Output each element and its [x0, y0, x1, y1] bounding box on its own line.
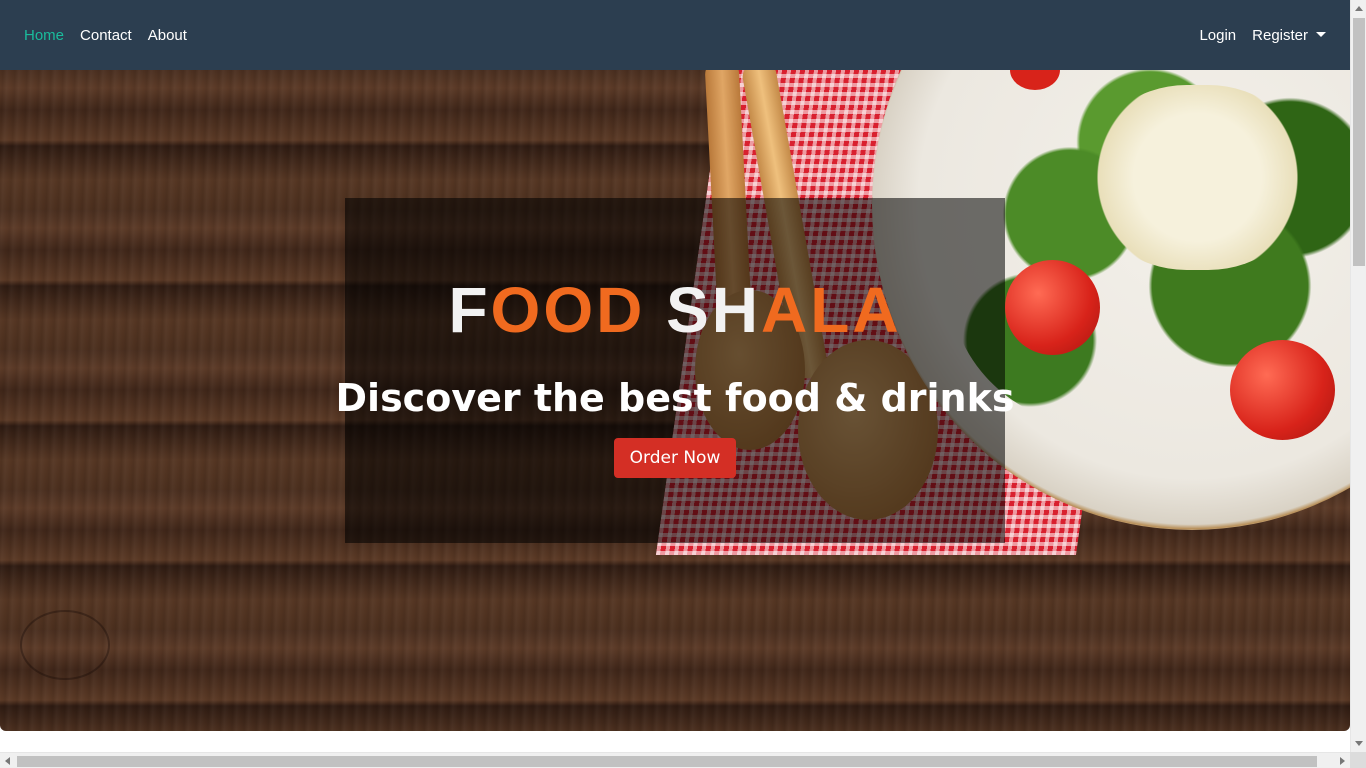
order-now-button[interactable]: Order Now [613, 438, 737, 478]
scrollbar-corner [1350, 752, 1366, 768]
hero-overlay-card: FOOD SHALA Discover the best food & drin… [336, 198, 1015, 543]
top-navbar: Home Contact About Login Register [0, 0, 1350, 70]
hero-banner: FOOD SHALA Discover the best food & drin… [0, 70, 1350, 731]
tomato-image [1230, 340, 1335, 440]
horizontal-scrollbar[interactable] [0, 752, 1350, 768]
caret-down-icon [1316, 32, 1326, 38]
tomato-image [1005, 260, 1100, 355]
scroll-left-arrow-icon[interactable] [5, 757, 10, 765]
nav-left-group: Home Contact About [24, 27, 187, 44]
page: Home Contact About Login Register FOOD S… [0, 0, 1366, 768]
nav-link-contact[interactable]: Contact [80, 27, 132, 44]
scroll-down-arrow-icon[interactable] [1355, 741, 1363, 746]
nav-link-login[interactable]: Login [1199, 27, 1236, 44]
logo-segment: ALA [761, 274, 902, 346]
hero-tagline: Discover the best food & drinks [335, 376, 1015, 420]
vertical-scrollbar[interactable] [1350, 0, 1366, 752]
nav-link-home[interactable]: Home [24, 27, 64, 44]
nav-right-group: Login Register [1199, 27, 1326, 44]
food-shala-logo: FOOD SHALA [448, 278, 901, 342]
scroll-up-arrow-icon[interactable] [1355, 6, 1363, 11]
logo-segment: SH [666, 274, 762, 346]
horizontal-scroll-thumb[interactable] [17, 756, 1317, 767]
logo-segment: OOD [490, 274, 646, 346]
vertical-scroll-thumb[interactable] [1353, 18, 1365, 266]
nav-link-about[interactable]: About [148, 27, 187, 44]
register-label: Register [1252, 26, 1308, 44]
wood-knot-decoration [20, 610, 110, 680]
logo-segment: F [448, 274, 491, 346]
cheese-topping-image [1090, 85, 1305, 270]
scroll-right-arrow-icon[interactable] [1340, 757, 1345, 765]
register-dropdown-toggle[interactable]: Register [1252, 27, 1326, 44]
